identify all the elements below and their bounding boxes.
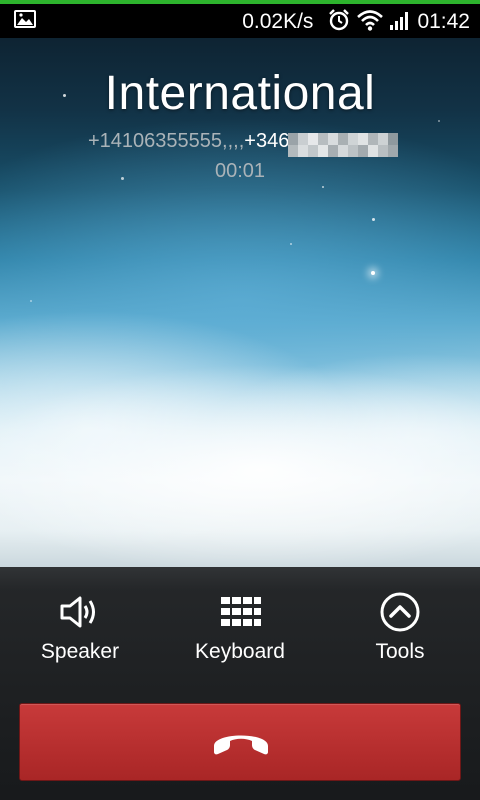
wifi-icon xyxy=(357,9,384,36)
status-time: 01:42 xyxy=(417,10,470,33)
caller-number-prefix: +14106355555,,,, xyxy=(88,130,245,152)
tools-button[interactable]: Tools xyxy=(320,590,480,670)
star xyxy=(30,300,32,302)
chevron-up-circle-icon xyxy=(378,590,422,634)
caller-name: International xyxy=(104,67,376,120)
alarm-icon xyxy=(327,8,351,37)
star xyxy=(322,186,324,188)
star xyxy=(372,218,375,221)
keyboard-label: Keyboard xyxy=(195,640,285,663)
speaker-icon xyxy=(58,590,102,634)
star xyxy=(290,243,292,245)
keypad-icon xyxy=(218,590,262,634)
caller-number: +14106355555,,,,+346 xyxy=(88,130,289,158)
caller-number-highlight: +346 xyxy=(244,130,290,152)
speaker-label: Speaker xyxy=(40,640,120,663)
tools-label: Tools xyxy=(375,640,425,663)
speaker-button[interactable]: Speaker xyxy=(0,590,160,670)
hang-up-icon xyxy=(214,735,268,755)
end-call-button[interactable] xyxy=(19,703,461,781)
call-duration: 00:01 xyxy=(214,160,266,182)
image-notification-icon xyxy=(14,10,36,33)
star xyxy=(371,271,375,275)
network-speed: 0.02K/s xyxy=(242,10,314,33)
signal-icon xyxy=(389,9,411,36)
status-bar: 0.02K/s 01:42 xyxy=(0,0,480,38)
redacted-number-mosaic xyxy=(288,133,398,157)
keyboard-button[interactable]: Keyboard xyxy=(160,590,320,670)
